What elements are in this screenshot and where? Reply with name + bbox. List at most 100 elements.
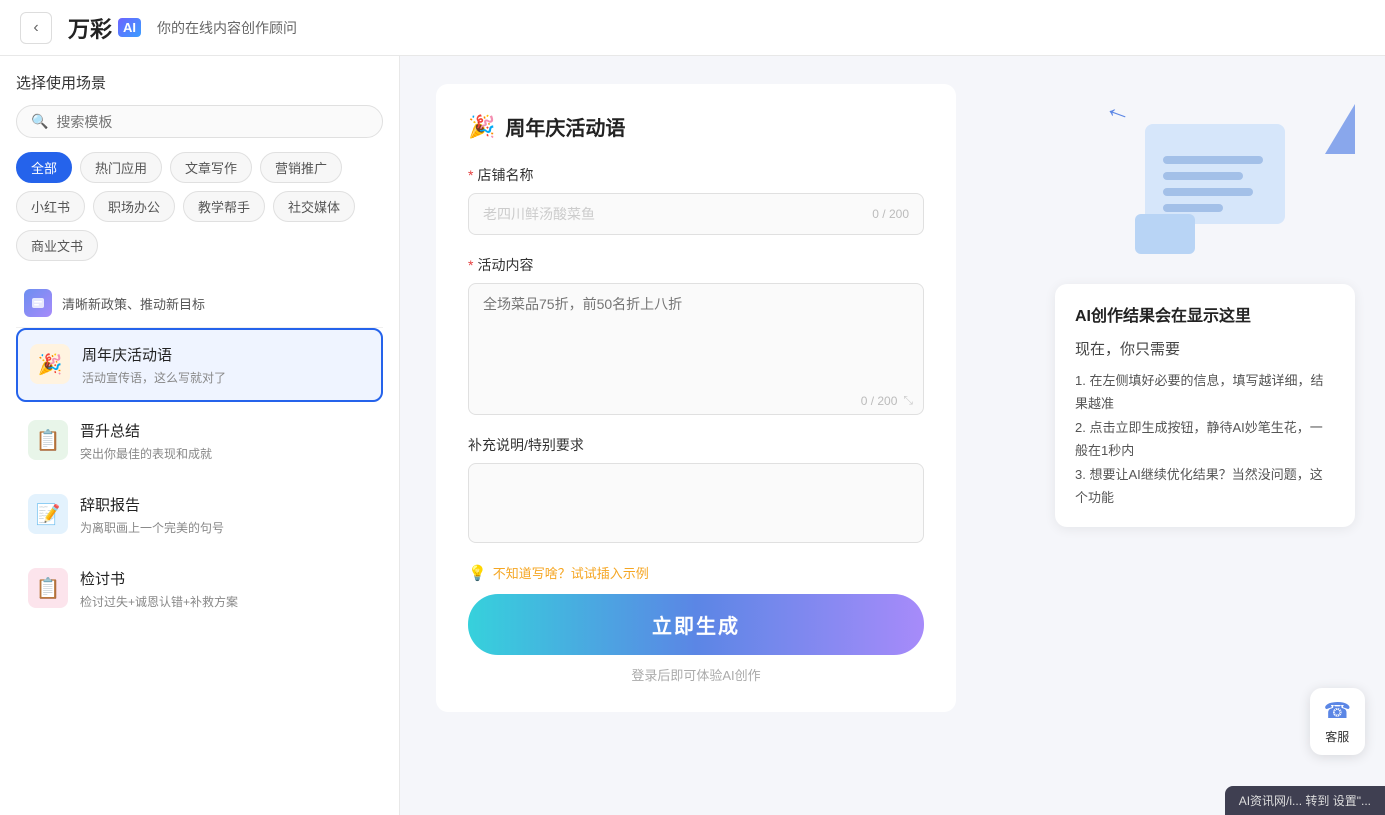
supplement-group: 补充说明/特别要求 <box>468 435 924 543</box>
shop-name-group: * 店铺名称 老四川鲜汤酸菜鱼 0 / 200 <box>468 165 924 235</box>
search-input[interactable] <box>56 114 368 130</box>
promotion-desc: 突出你最佳的表现和成就 <box>80 445 371 462</box>
shop-name-placeholder: 老四川鲜汤酸菜鱼 <box>483 204 595 224</box>
promotion-content: 晋升总结 突出你最佳的表现和成就 <box>80 420 371 462</box>
supplement-area[interactable] <box>468 463 924 543</box>
ill-triangle <box>1325 104 1355 154</box>
search-icon: 🔍 <box>31 113 48 130</box>
ill-lines <box>1163 156 1263 212</box>
tag-business[interactable]: 商业文书 <box>16 230 98 261</box>
example-hint[interactable]: 💡 不知道写啥？试试插入示例 <box>468 563 924 582</box>
review-icon: 📋 <box>28 568 68 608</box>
generate-button[interactable]: 立即生成 <box>468 594 924 655</box>
login-hint: 登录后即可体验AI创作 <box>468 665 924 684</box>
main-layout: 选择使用场景 🔍 全部 热门应用 文章写作 营销推广 小红书 职场办公 教学帮手… <box>0 56 1385 815</box>
sidebar-title: 选择使用场景 <box>16 72 383 93</box>
customer-service-icon: ☎ <box>1324 698 1351 724</box>
ai-hint-step-3: 3. 想要让AI继续优化结果？当然没问题，这个功能 <box>1075 463 1335 510</box>
anniversary-title: 周年庆活动语 <box>82 344 369 365</box>
shop-name-required: * <box>468 167 473 183</box>
resize-handle-icon: ⤡ <box>903 393 913 408</box>
shop-name-counter: 0 / 200 <box>872 207 909 221</box>
supplement-label-text: 补充说明/特别要求 <box>468 435 584 455</box>
ai-hint-box: AI创作结果会在显示这里 现在，你只需要 1. 在左侧填好必要的信息，填写越详细… <box>1055 284 1355 527</box>
ill-small-card <box>1135 214 1195 254</box>
bottom-bar-text: AI资讯网/i... 转到 设置"... <box>1239 794 1371 808</box>
main-content: 🎉 周年庆活动语 * 店铺名称 老四川鲜汤酸菜鱼 0 / 200 * 活动内容 <box>400 56 1025 815</box>
sidebar-list: 清晰新政策、推动新目标 🎉 周年庆活动语 活动宣传语，这么写就对了 📋 晋升总结… <box>16 279 383 628</box>
textarea-footer: 0 / 200 ⤡ <box>469 389 923 414</box>
form-header: 🎉 周年庆活动语 <box>468 112 924 141</box>
sidebar: 选择使用场景 🔍 全部 热门应用 文章写作 营销推广 小红书 职场办公 教学帮手… <box>0 56 400 815</box>
illustration: ← <box>1135 104 1335 264</box>
customer-service-label: 客服 <box>1325 728 1349 745</box>
sidebar-item-promotion[interactable]: 📋 晋升总结 突出你最佳的表现和成就 <box>16 406 383 476</box>
review-content: 检讨书 检讨过失+诚恩认错+补救方案 <box>80 568 371 610</box>
ill-line-3 <box>1163 188 1253 196</box>
shop-name-label-text: 店铺名称 <box>477 165 533 185</box>
tag-popular[interactable]: 热门应用 <box>80 152 162 183</box>
anniversary-icon: 🎉 <box>30 344 70 384</box>
tag-education[interactable]: 教学帮手 <box>183 191 265 222</box>
customer-service[interactable]: ☎ 客服 <box>1310 688 1365 755</box>
sidebar-item-resignation[interactable]: 📝 辞职报告 为离职画上一个完美的句号 <box>16 480 383 550</box>
shop-name-label: * 店铺名称 <box>468 165 924 185</box>
policy-icon <box>24 289 52 317</box>
activity-textarea[interactable] <box>469 284 923 384</box>
tag-all[interactable]: 全部 <box>16 152 72 183</box>
tag-xiaohongshu[interactable]: 小红书 <box>16 191 85 222</box>
promotion-title: 晋升总结 <box>80 420 371 441</box>
resignation-desc: 为离职画上一个完美的句号 <box>80 519 371 536</box>
ai-hint-list: 1. 在左侧填好必要的信息，填写越详细，结果越准 2. 点击立即生成按钮，静待A… <box>1075 369 1335 509</box>
search-box[interactable]: 🔍 <box>16 105 383 138</box>
anniversary-desc: 活动宣传语，这么写就对了 <box>82 369 369 386</box>
resignation-icon: 📝 <box>28 494 68 534</box>
ill-card-main <box>1145 124 1285 224</box>
header: ‹ 万彩 AI 你的在线内容创作顾问 <box>0 0 1385 56</box>
ill-line-1 <box>1163 156 1263 164</box>
activity-textarea-wrap: 0 / 200 ⤡ <box>468 283 924 415</box>
supplement-label: 补充说明/特别要求 <box>468 435 924 455</box>
ai-hint-step-2: 2. 点击立即生成按钮，静待AI妙笔生花，一般在1秒内 <box>1075 416 1335 463</box>
hint-text: 不知道写啥？试试插入示例 <box>493 563 649 582</box>
policy-item[interactable]: 清晰新政策、推动新目标 <box>16 279 383 328</box>
sidebar-item-anniversary[interactable]: 🎉 周年庆活动语 活动宣传语，这么写就对了 <box>16 328 383 402</box>
policy-item-text: 清晰新政策、推动新目标 <box>62 294 205 313</box>
back-icon: ‹ <box>33 19 38 37</box>
tag-article[interactable]: 文章写作 <box>170 152 252 183</box>
activity-required: * <box>468 257 473 273</box>
ai-hint-title-text: AI创作结果会在显示这里 <box>1075 302 1251 326</box>
activity-content-label: * 活动内容 <box>468 255 924 275</box>
sidebar-item-review[interactable]: 📋 检讨书 检讨过失+诚恩认错+补救方案 <box>16 554 383 624</box>
logo-ai-badge: AI <box>118 18 141 37</box>
tags-row: 全部 热门应用 文章写作 营销推广 小红书 职场办公 教学帮手 社交媒体 商业文… <box>16 152 383 261</box>
review-desc: 检讨过失+诚恩认错+补救方案 <box>80 593 371 610</box>
logo-text: 万彩 <box>68 12 112 44</box>
tag-marketing[interactable]: 营销推广 <box>260 152 342 183</box>
anniversary-content: 周年庆活动语 活动宣传语，这么写就对了 <box>82 344 369 386</box>
resignation-title: 辞职报告 <box>80 494 371 515</box>
review-title: 检讨书 <box>80 568 371 589</box>
bottom-bar: AI资讯网/i... 转到 设置"... <box>1225 786 1385 815</box>
shop-name-input-row[interactable]: 老四川鲜汤酸菜鱼 0 / 200 <box>468 193 924 235</box>
ai-hint-title: AI创作结果会在显示这里 <box>1075 302 1335 326</box>
ai-hint-step-1: 1. 在左侧填好必要的信息，填写越详细，结果越准 <box>1075 369 1335 416</box>
ai-hint-subtitle: 现在，你只需要 <box>1075 338 1335 359</box>
arrow-decoration: ← <box>1100 90 1137 130</box>
promotion-icon: 📋 <box>28 420 68 460</box>
activity-label-text: 活动内容 <box>477 255 533 275</box>
ill-line-4 <box>1163 204 1223 212</box>
header-subtitle: 你的在线内容创作顾问 <box>157 18 297 38</box>
form-title: 周年庆活动语 <box>505 112 625 141</box>
ai-hint-step-1-text: 1. 在左侧填好必要的信息，填写越详细，结果越准 <box>1075 369 1335 416</box>
tag-social[interactable]: 社交媒体 <box>273 191 355 222</box>
ill-line-2 <box>1163 172 1243 180</box>
form-title-icon: 🎉 <box>468 114 495 140</box>
back-button[interactable]: ‹ <box>20 12 52 44</box>
ai-hint-step-2-text: 2. 点击立即生成按钮，静待AI妙笔生花，一般在1秒内 <box>1075 416 1335 463</box>
tag-office[interactable]: 职场办公 <box>93 191 175 222</box>
resignation-content: 辞职报告 为离职画上一个完美的句号 <box>80 494 371 536</box>
activity-counter: 0 / 200 <box>861 394 898 408</box>
ai-hint-step-3-text: 3. 想要让AI继续优化结果？当然没问题，这个功能 <box>1075 463 1335 510</box>
logo: 万彩 AI <box>68 12 141 44</box>
